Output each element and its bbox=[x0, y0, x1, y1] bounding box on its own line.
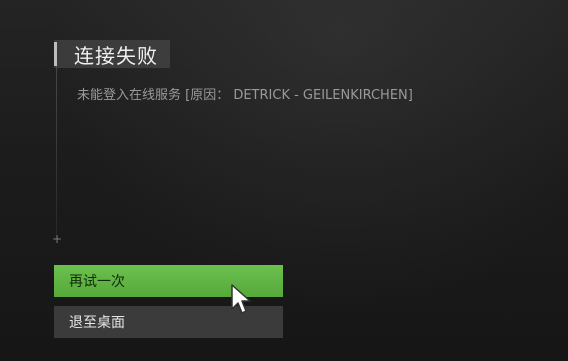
retry-button-label: 再试一次 bbox=[69, 274, 125, 290]
dialog-title: 连接失败 bbox=[74, 43, 158, 68]
error-message: 未能登入在线服务 [原因： DETRICK - GEILENKIRCHEN] bbox=[77, 88, 413, 103]
dialog-title-box: 连接失败 bbox=[54, 40, 170, 68]
title-accent-bar bbox=[54, 42, 57, 66]
mouse-pointer-icon bbox=[231, 284, 251, 314]
exit-button-label: 退至桌面 bbox=[69, 315, 125, 331]
plus-marker-icon: + bbox=[51, 232, 63, 246]
vertical-guide-line bbox=[56, 62, 57, 238]
